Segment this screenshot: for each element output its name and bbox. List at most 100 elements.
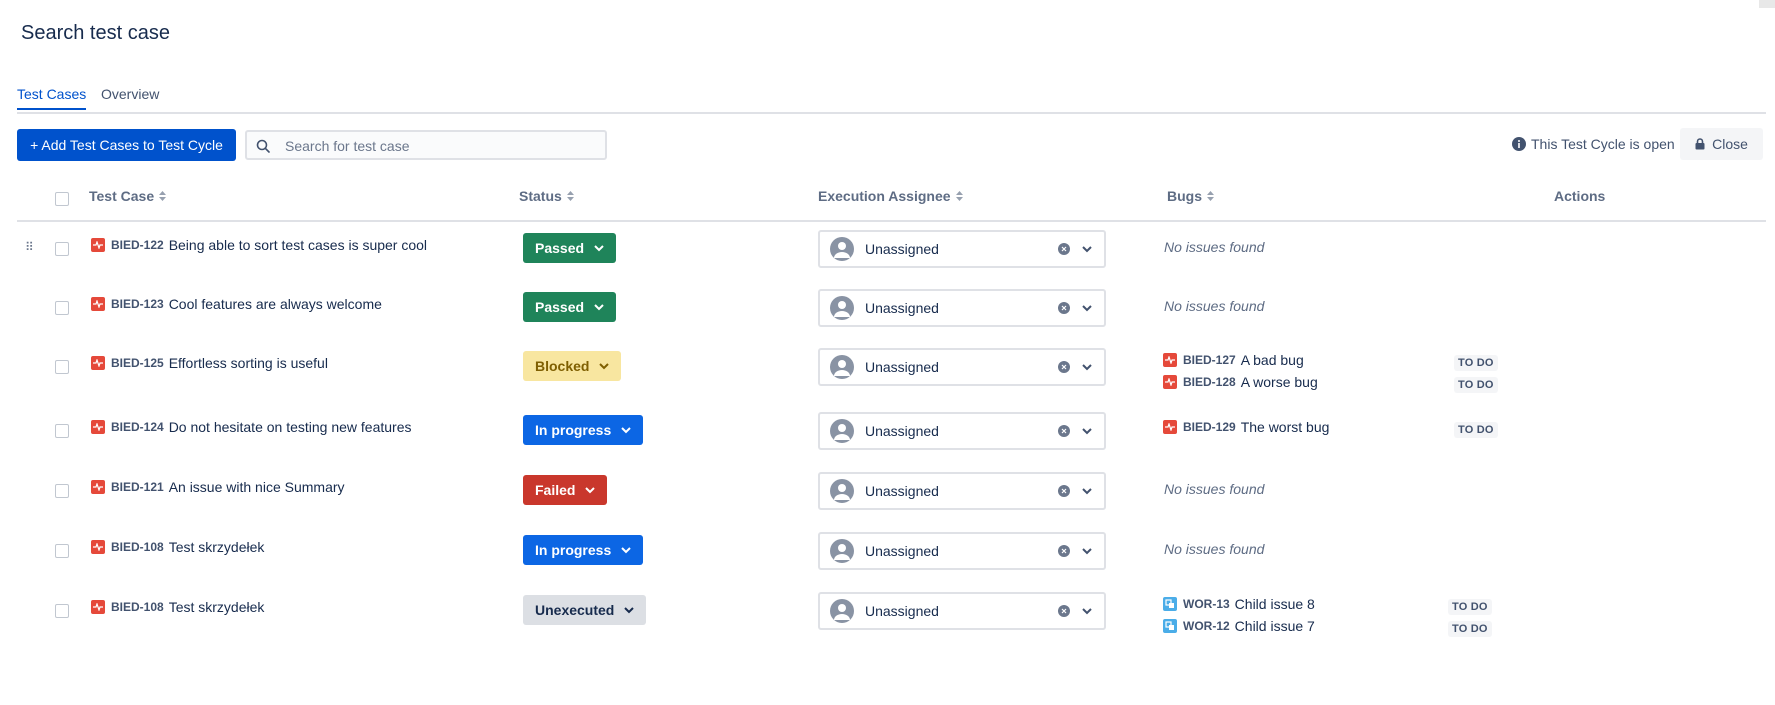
test-case-summary[interactable]: Being able to sort test cases is super c… bbox=[169, 237, 427, 253]
assignee-select[interactable]: Unassigned bbox=[818, 230, 1106, 268]
lock-icon bbox=[1695, 138, 1705, 150]
clear-icon[interactable] bbox=[1058, 243, 1070, 255]
chevron-down-icon[interactable] bbox=[1082, 304, 1092, 312]
drag-handle-icon[interactable]: ⠿ bbox=[25, 240, 34, 254]
status-dropdown[interactable]: In progress bbox=[523, 415, 644, 445]
test-case-summary[interactable]: Cool features are always welcome bbox=[169, 296, 382, 312]
bug-icon bbox=[91, 420, 105, 434]
status-dropdown[interactable]: Failed bbox=[523, 475, 608, 505]
chevron-down-icon bbox=[624, 606, 635, 613]
tab-overview[interactable]: Overview bbox=[101, 86, 159, 108]
column-header-status[interactable]: Status bbox=[519, 188, 574, 204]
linked-issue[interactable]: WOR-12 Child issue 7 bbox=[1163, 618, 1315, 634]
chevron-down-icon[interactable] bbox=[1082, 245, 1092, 253]
chevron-down-icon[interactable] bbox=[1082, 487, 1092, 495]
close-cycle-button[interactable]: Close bbox=[1680, 128, 1763, 160]
row-checkbox[interactable] bbox=[55, 544, 69, 558]
test-case-key[interactable]: BIED-108 bbox=[111, 540, 164, 554]
bug-key[interactable]: BIED-128 bbox=[1183, 375, 1236, 389]
column-header-assignee[interactable]: Execution Assignee bbox=[818, 188, 963, 204]
test-case-summary[interactable]: Test skrzydełek bbox=[169, 599, 265, 615]
clear-icon[interactable] bbox=[1058, 361, 1070, 373]
user-avatar-icon bbox=[830, 296, 854, 320]
user-avatar-icon bbox=[830, 419, 854, 443]
bug-key[interactable]: BIED-127 bbox=[1183, 353, 1236, 367]
clear-icon[interactable] bbox=[1058, 425, 1070, 437]
test-case-cell[interactable]: BIED-123 Cool features are always welcom… bbox=[91, 296, 382, 312]
linked-bug[interactable]: BIED-129 The worst bug bbox=[1163, 419, 1329, 435]
scrollbar-thumb[interactable] bbox=[1759, 0, 1775, 8]
add-test-cases-button[interactable]: + Add Test Cases to Test Cycle bbox=[17, 129, 236, 161]
column-header-status-label: Status bbox=[519, 188, 562, 204]
assignee-select[interactable]: Unassigned bbox=[818, 472, 1106, 510]
status-dropdown[interactable]: Passed bbox=[523, 233, 617, 263]
test-case-key[interactable]: BIED-108 bbox=[111, 600, 164, 614]
test-case-cell[interactable]: BIED-108 Test skrzydełek bbox=[91, 539, 264, 555]
row-checkbox[interactable] bbox=[55, 484, 69, 498]
chevron-down-icon[interactable] bbox=[1082, 607, 1092, 615]
clear-icon[interactable] bbox=[1058, 545, 1070, 557]
test-case-summary[interactable]: Effortless sorting is useful bbox=[169, 355, 328, 371]
issue-summary[interactable]: Child issue 7 bbox=[1235, 618, 1315, 634]
assignee-name: Unassigned bbox=[865, 359, 939, 375]
linked-issue[interactable]: WOR-13 Child issue 8 bbox=[1163, 596, 1315, 612]
search-input[interactable] bbox=[283, 135, 597, 157]
chevron-down-icon[interactable] bbox=[1082, 547, 1092, 555]
issue-summary[interactable]: Child issue 8 bbox=[1235, 596, 1315, 612]
sort-icon bbox=[159, 191, 167, 201]
assignee-name: Unassigned bbox=[865, 543, 939, 559]
test-case-cell[interactable]: BIED-122 Being able to sort test cases i… bbox=[91, 237, 427, 253]
test-case-cell[interactable]: BIED-121 An issue with nice Summary bbox=[91, 479, 345, 495]
assignee-select[interactable]: Unassigned bbox=[818, 592, 1106, 630]
test-case-key[interactable]: BIED-125 bbox=[111, 356, 164, 370]
linked-bug[interactable]: BIED-128 A worse bug bbox=[1163, 374, 1318, 390]
test-case-summary[interactable]: Test skrzydełek bbox=[169, 539, 265, 555]
bug-key[interactable]: BIED-129 bbox=[1183, 420, 1236, 434]
test-case-key[interactable]: BIED-123 bbox=[111, 297, 164, 311]
issue-key[interactable]: WOR-12 bbox=[1183, 619, 1230, 633]
select-all-checkbox[interactable] bbox=[55, 192, 69, 206]
linked-bug[interactable]: BIED-127 A bad bug bbox=[1163, 352, 1304, 368]
bug-summary[interactable]: The worst bug bbox=[1241, 419, 1330, 435]
bug-summary[interactable]: A bad bug bbox=[1241, 352, 1304, 368]
tab-test-cases[interactable]: Test Cases bbox=[17, 86, 87, 110]
clear-icon[interactable] bbox=[1058, 302, 1070, 314]
column-header-test-case[interactable]: Test Case bbox=[89, 188, 167, 204]
test-case-cell[interactable]: BIED-108 Test skrzydełek bbox=[91, 599, 264, 615]
status-dropdown[interactable]: Passed bbox=[523, 292, 617, 322]
bug-status-lozenge: TO DO bbox=[1454, 377, 1498, 393]
chevron-down-icon[interactable] bbox=[1082, 363, 1092, 371]
clear-icon[interactable] bbox=[1058, 605, 1070, 617]
page-title: Search test case bbox=[21, 22, 170, 44]
test-case-summary[interactable]: Do not hesitate on testing new features bbox=[169, 419, 412, 435]
row-checkbox[interactable] bbox=[55, 424, 69, 438]
assignee-select[interactable]: Unassigned bbox=[818, 348, 1106, 386]
test-case-key[interactable]: BIED-124 bbox=[111, 420, 164, 434]
assignee-name: Unassigned bbox=[865, 423, 939, 439]
status-dropdown[interactable]: Unexecuted bbox=[523, 595, 647, 625]
row-checkbox[interactable] bbox=[55, 242, 69, 256]
user-avatar-icon bbox=[830, 479, 854, 503]
status-label: In progress bbox=[535, 422, 612, 438]
test-case-key[interactable]: BIED-121 bbox=[111, 480, 164, 494]
issue-key[interactable]: WOR-13 bbox=[1183, 597, 1230, 611]
test-case-cell[interactable]: BIED-125 Effortless sorting is useful bbox=[91, 355, 328, 371]
tab-bar: Test Cases Overview bbox=[17, 86, 1766, 114]
test-case-cell[interactable]: BIED-124 Do not hesitate on testing new … bbox=[91, 419, 412, 435]
assignee-select[interactable]: Unassigned bbox=[818, 532, 1106, 570]
assignee-select[interactable]: Unassigned bbox=[818, 412, 1106, 450]
chevron-down-icon[interactable] bbox=[1082, 427, 1092, 435]
test-case-key[interactable]: BIED-122 bbox=[111, 238, 164, 252]
bug-status-lozenge: TO DO bbox=[1454, 422, 1498, 438]
assignee-select[interactable]: Unassigned bbox=[818, 289, 1106, 327]
row-checkbox[interactable] bbox=[55, 301, 69, 315]
row-checkbox[interactable] bbox=[55, 604, 69, 618]
chevron-down-icon bbox=[621, 546, 631, 553]
row-checkbox[interactable] bbox=[55, 360, 69, 374]
bug-summary[interactable]: A worse bug bbox=[1241, 374, 1318, 390]
test-case-summary[interactable]: An issue with nice Summary bbox=[169, 479, 345, 495]
status-dropdown[interactable]: In progress bbox=[523, 535, 644, 565]
status-dropdown[interactable]: Blocked bbox=[523, 351, 622, 381]
column-header-bugs[interactable]: Bugs bbox=[1167, 188, 1214, 204]
clear-icon[interactable] bbox=[1058, 485, 1070, 497]
